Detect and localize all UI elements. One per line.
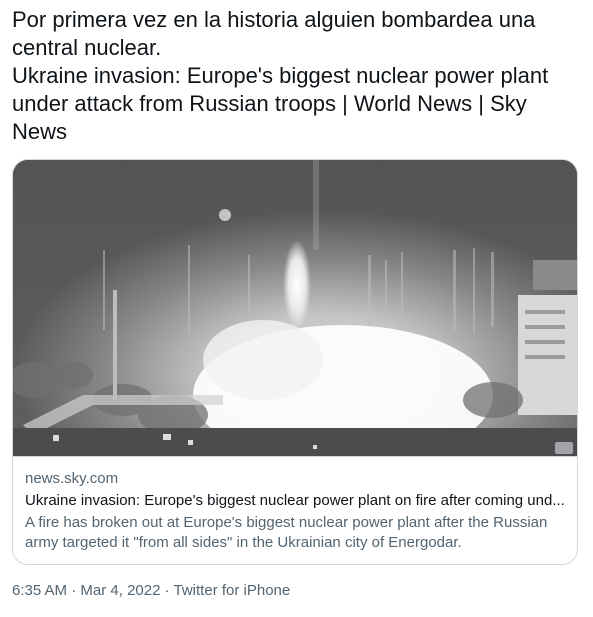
- image-badge-icon: [555, 442, 573, 454]
- tweet-time[interactable]: 6:35 AM: [12, 582, 67, 599]
- tweet-date[interactable]: Mar 4, 2022: [80, 582, 160, 599]
- card-domain[interactable]: news.sky.com: [25, 469, 565, 489]
- link-preview-card[interactable]: news.sky.com Ukraine invasion: Europe's …: [12, 159, 578, 565]
- night-cctv-image: [13, 160, 577, 456]
- card-description: A fire has broken out at Europe's bigges…: [25, 514, 548, 551]
- card-image[interactable]: [13, 160, 577, 457]
- tweet-source[interactable]: Twitter for iPhone: [174, 582, 291, 599]
- card-title[interactable]: Ukraine invasion: Europe's biggest nucle…: [25, 491, 565, 511]
- meta-separator: ·: [71, 582, 77, 599]
- tweet-meta: 6:35 AM · Mar 4, 2022 · Twitter for iPho…: [12, 581, 290, 601]
- meta-separator: ·: [164, 582, 170, 599]
- tweet-text: Por primera vez en la historia alguien b…: [12, 7, 549, 144]
